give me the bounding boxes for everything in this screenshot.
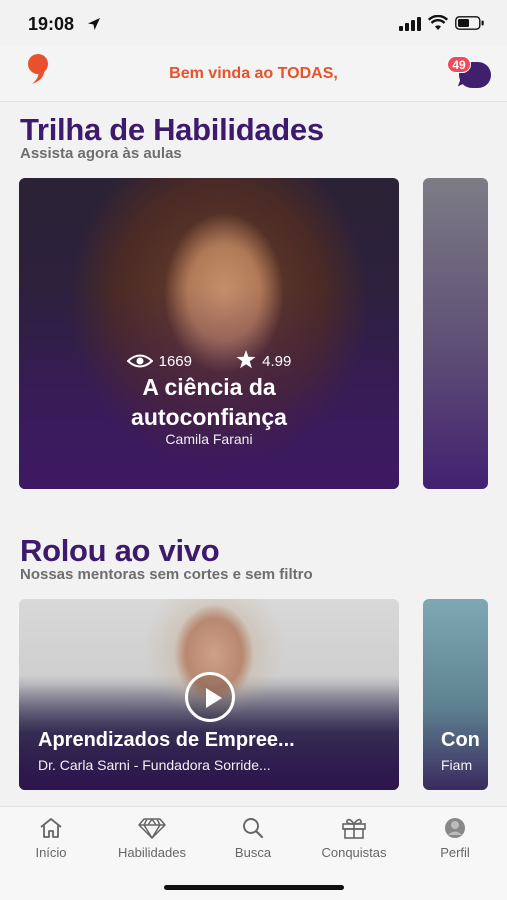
play-icon[interactable] — [185, 672, 235, 722]
live-video-title: Aprendizados de Empree... — [38, 729, 295, 751]
tab-inicio[interactable]: Início — [1, 817, 101, 860]
live-video-card-peek[interactable]: Con Fiam — [423, 599, 488, 790]
course-stats: 1669 4.99 — [19, 350, 399, 370]
views-count: 1669 — [158, 353, 192, 370]
gift-icon — [342, 818, 366, 839]
status-bar: 19:08 — [0, 0, 507, 46]
tab-perfil[interactable]: Perfil — [405, 817, 505, 860]
cellular-signal-icon — [399, 17, 421, 31]
tab-habilidades[interactable]: Habilidades — [102, 817, 202, 860]
tab-label: Perfil — [440, 845, 470, 860]
tab-label: Habilidades — [118, 845, 186, 860]
course-title: A ciência da autoconfiança — [131, 374, 287, 430]
status-time: 19:08 — [28, 14, 75, 34]
tab-label: Conquistas — [321, 845, 387, 860]
tab-label: Busca — [234, 845, 272, 860]
wifi-icon — [428, 15, 448, 30]
live-video-card[interactable]: Aprendizados de Empree... Dr. Carla Sarn… — [19, 599, 399, 790]
diamond-icon — [138, 818, 166, 839]
battery-icon — [455, 16, 484, 30]
section-title-trilha: Trilha de Habilidades — [20, 112, 324, 147]
section-subtitle-rolou: Nossas mentoras sem cortes e sem filtro — [20, 566, 313, 583]
live-video-author: Dr. Carla Sarni - Fundadora Sorride... — [38, 757, 271, 773]
profile-icon — [445, 818, 465, 838]
star-icon — [236, 350, 256, 369]
eye-icon — [126, 354, 154, 368]
home-indicator — [164, 885, 344, 890]
search-icon — [243, 818, 264, 839]
app-header: Bem vinda ao TODAS, 49 — [0, 46, 507, 102]
messages-button[interactable]: 49 — [447, 54, 495, 94]
live-video-author: Fiam — [441, 757, 473, 773]
live-video-title: Con — [441, 729, 480, 751]
tab-conquistas[interactable]: Conquistas — [304, 817, 404, 860]
rating-value: 4.99 — [262, 353, 292, 370]
course-author: Camila Farani — [165, 431, 253, 447]
welcome-text: Bem vinda ao TODAS, — [169, 65, 338, 82]
location-arrow-icon — [88, 18, 100, 30]
course-card-peek[interactable] — [423, 178, 488, 489]
course-card[interactable]: 1669 4.99 A ciência da autoconfiança Cam… — [19, 178, 399, 489]
section-title-rolou: Rolou ao vivo — [20, 533, 220, 568]
tab-label: Início — [35, 845, 67, 860]
section-subtitle-trilha: Assista agora às aulas — [20, 145, 182, 162]
home-icon — [40, 818, 62, 838]
unread-badge: 49 — [447, 56, 471, 73]
tab-busca[interactable]: Busca — [203, 817, 303, 860]
